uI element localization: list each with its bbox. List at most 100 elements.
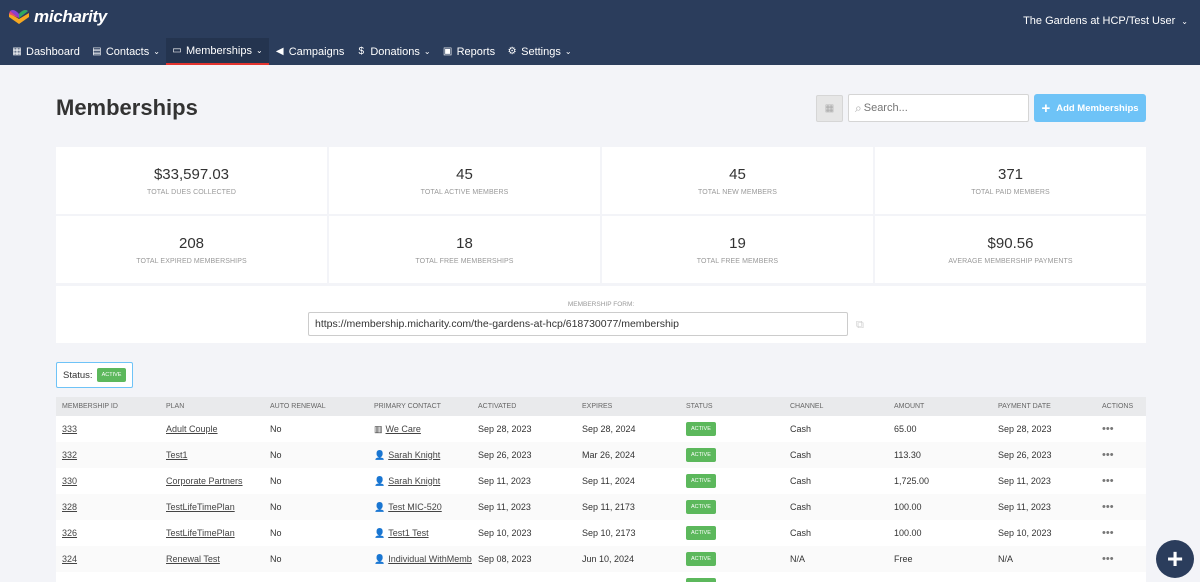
table-row[interactable]: Active (56, 572, 1146, 582)
chevron-down-icon: ⌄ (423, 47, 431, 56)
table-row[interactable]: 324 Renewal Test No 👤 Individual WithMemb… (56, 546, 1146, 572)
stat-label: Average Membership Payments (948, 257, 1073, 265)
auto-renewal-cell: No (270, 554, 282, 564)
org-user-label: The Gardens at HCP/Test User (1023, 15, 1176, 27)
dashboard-icon: ▦ (12, 46, 22, 57)
person-icon: 👤 (374, 475, 386, 486)
external-link-icon[interactable]: ⧉ (856, 319, 864, 332)
membership-id-link[interactable]: 328 (62, 502, 77, 512)
plan-link[interactable]: Test1 (166, 450, 188, 460)
stat-value: 18 (456, 234, 473, 252)
search-icon: ⌕ (855, 100, 862, 115)
primary-contact-link[interactable]: Test MIC-520 (388, 502, 442, 512)
nav-item-donations[interactable]: $ Donations ⌄ (350, 38, 436, 65)
nav-item-settings[interactable]: ⚙ Settings ⌄ (501, 38, 577, 65)
column-header-status[interactable]: Status (680, 403, 784, 410)
floating-add-button[interactable]: + (1156, 540, 1194, 578)
expires-cell: Jun 10, 2024 (582, 554, 635, 564)
primary-contact-link[interactable]: We Care (386, 424, 421, 434)
primary-contact-link[interactable]: Sarah Knight (388, 476, 440, 486)
membership-id-link[interactable]: 326 (62, 528, 77, 538)
stat-value: $90.56 (987, 234, 1034, 252)
status-cell: Active (680, 474, 784, 488)
chevron-down-icon: ⌄ (1181, 16, 1188, 26)
channel-cell: Cash (790, 476, 812, 486)
nav-item-label: Campaigns (288, 45, 345, 58)
column-header-channel[interactable]: Channel (784, 403, 888, 410)
membership-id-link[interactable]: 324 (62, 554, 77, 564)
table-row[interactable]: 333 Adult Couple No ▥ We Care Sep 28, 202… (56, 416, 1146, 442)
primary-contact-link[interactable]: Individual WithMember (388, 554, 472, 564)
more-actions-icon[interactable]: ••• (1102, 527, 1114, 539)
table-row[interactable]: 326 TestLifeTimePlan No 👤 Test1 Test Sep … (56, 520, 1146, 546)
primary-contact-link[interactable]: Test1 Test (388, 528, 428, 538)
membership-id-cell: 330 (56, 476, 160, 486)
more-actions-icon[interactable]: ••• (1102, 501, 1114, 513)
status-badge: Active (686, 422, 716, 436)
column-header-expires[interactable]: Expires (576, 403, 680, 410)
status-filter-label: Status: (63, 369, 93, 381)
plan-link[interactable]: Adult Couple (166, 424, 218, 434)
person-icon: 👤 (374, 449, 386, 460)
date-filter-button[interactable]: ▦ (816, 95, 843, 122)
activated-cell: Sep 11, 2023 (478, 502, 531, 512)
column-header-amount[interactable]: Amount (888, 403, 992, 410)
actions-cell: ••• (1096, 475, 1146, 487)
amount-cell: 113.30 (894, 450, 921, 460)
status-badge: Active (686, 578, 716, 582)
membership-id-link[interactable]: 330 (62, 476, 77, 486)
membership-form-label: Membership Form: (567, 301, 635, 308)
plan-link[interactable]: TestLifeTimePlan (166, 502, 235, 512)
status-filter[interactable]: Status: Active (56, 362, 134, 388)
table-row[interactable]: 330 Corporate Partners No 👤 Sarah Knight … (56, 468, 1146, 494)
logo[interactable]: micharity (8, 7, 107, 27)
add-memberships-button[interactable]: + Add Memberships (1034, 94, 1146, 122)
plan-link[interactable]: Corporate Partners (166, 476, 243, 486)
nav-item-contacts[interactable]: ▤ Contacts ⌄ (86, 38, 166, 65)
nav-item-campaigns[interactable]: ◀ Campaigns (269, 38, 351, 65)
status-cell: Active (680, 526, 784, 540)
membership-id-cell: 328 (56, 502, 160, 512)
memberships-icon: ▭ (172, 45, 182, 56)
top-navbar: micharity The Gardens at HCP/Test User ⌄… (0, 0, 1200, 65)
column-header-auto-renewal[interactable]: Auto Renewal (264, 403, 368, 410)
table-row[interactable]: 332 Test1 No 👤 Sarah Knight Sep 26, 2023 … (56, 442, 1146, 468)
membership-id-link[interactable]: 332 (62, 450, 77, 460)
plan-link[interactable]: TestLifeTimePlan (166, 528, 235, 538)
stat-card: 45 Total Active Members (329, 147, 600, 214)
stat-label: Total Dues Collected (146, 188, 236, 196)
user-menu[interactable]: The Gardens at HCP/Test User ⌄ (1023, 15, 1188, 27)
column-header-primary-contact[interactable]: Primary Contact (368, 403, 472, 410)
nav-item-memberships[interactable]: ▭ Memberships ⌄ (165, 38, 269, 65)
person-icon: 👤 (374, 501, 386, 512)
table-row[interactable]: 328 TestLifeTimePlan No 👤 Test MIC-520 Se… (56, 494, 1146, 520)
channel-cell: Cash (790, 424, 812, 434)
column-header-membership-id[interactable]: Membership ID (56, 403, 160, 410)
amount-cell: Free (894, 554, 913, 564)
column-header-activated[interactable]: Activated (472, 403, 576, 410)
column-header-actions[interactable]: Actions (1096, 403, 1146, 410)
plan-link[interactable]: Renewal Test (166, 554, 220, 564)
stat-card: 371 Total Paid Members (875, 147, 1146, 214)
stat-card: 208 Total Expired Memberships (56, 216, 327, 283)
channel-cell: Cash (790, 502, 812, 512)
search-box[interactable]: ⌕ (848, 94, 1029, 122)
plan-cell: Corporate Partners (160, 476, 264, 486)
membership-id-link[interactable]: 333 (62, 424, 77, 434)
primary-contact-link[interactable]: Sarah Knight (388, 450, 440, 460)
search-input[interactable] (863, 102, 1014, 114)
nav-item-dashboard[interactable]: ▦ Dashboard (6, 38, 86, 65)
nav-item-reports[interactable]: ▣ Reports (437, 38, 502, 65)
person-icon: 👤 (374, 553, 386, 564)
dollar-icon: $ (358, 46, 365, 57)
column-header-payment-date[interactable]: Payment Date (992, 403, 1096, 410)
more-actions-icon[interactable]: ••• (1102, 553, 1114, 565)
membership-form-url-field[interactable]: https://membership.micharity.com/the-gar… (308, 312, 848, 336)
payment-date-cell: Sep 28, 2023 (998, 424, 1052, 434)
amount-cell: 65.00 (894, 424, 917, 434)
more-actions-icon[interactable]: ••• (1102, 475, 1114, 487)
column-header-plan[interactable]: Plan (160, 403, 264, 410)
more-actions-icon[interactable]: ••• (1102, 423, 1114, 435)
status-badge: Active (686, 552, 716, 566)
more-actions-icon[interactable]: ••• (1102, 449, 1114, 461)
